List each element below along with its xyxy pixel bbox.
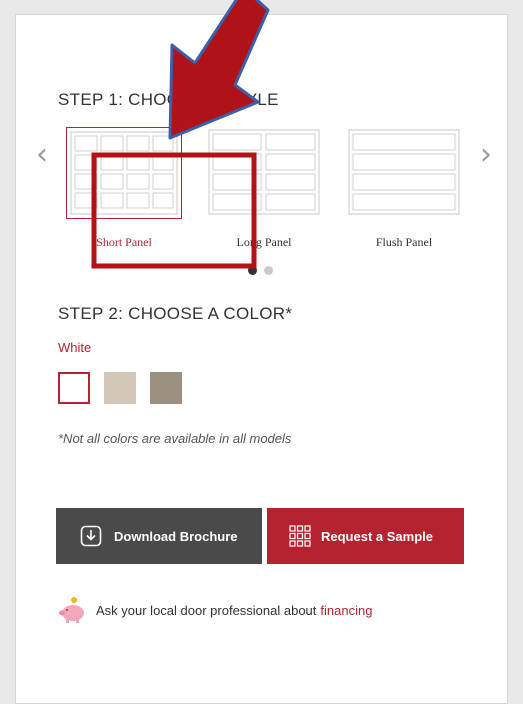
carousel-prev-button[interactable]: ‹ <box>36 140 48 170</box>
financing-link[interactable]: financing <box>320 603 372 618</box>
color-swatch-almond[interactable] <box>104 372 136 404</box>
style-label-long-panel: Long Panel <box>236 235 292 249</box>
request-sample-label: Request a Sample <box>321 528 433 544</box>
financing-text: Ask your local door professional about <box>96 602 317 618</box>
carousel-next-button[interactable]: › <box>480 140 492 170</box>
request-sample-button[interactable]: Request a Sample <box>267 508 464 564</box>
style-label-short-panel: Short Panel <box>96 235 152 249</box>
download-brochure-button[interactable]: Download Brochure <box>56 508 262 564</box>
download-brochure-label: Download Brochure <box>114 528 238 544</box>
financing-row: Ask your local door professional about f… <box>58 596 372 624</box>
download-icon <box>80 525 102 547</box>
step1-title: STEP 1: CHOOSE A STYLE <box>58 90 279 109</box>
style-option-short-panel[interactable] <box>66 127 182 219</box>
grid-icon <box>289 525 311 547</box>
color-swatch-sandtone[interactable] <box>150 372 182 404</box>
long-panel-door-image <box>208 129 320 215</box>
style-label-flush-panel: Flush Panel <box>375 235 433 249</box>
piggy-bank-icon <box>58 596 88 624</box>
step2-title: STEP 2: CHOOSE A COLOR* <box>58 304 293 323</box>
flush-panel-door-image <box>348 129 460 215</box>
selected-color-name: White <box>58 340 92 355</box>
carousel-dot-2[interactable] <box>264 266 273 275</box>
short-panel-door-image <box>70 131 178 215</box>
carousel-dot-1[interactable] <box>248 266 257 275</box>
color-availability-note: *Not all colors are available in all mod… <box>58 431 292 446</box>
color-swatch-white[interactable] <box>58 372 90 404</box>
chevron-left-icon: ‹ <box>36 137 48 172</box>
style-option-flush-panel[interactable] <box>346 127 462 219</box>
style-option-long-panel[interactable] <box>206 127 322 219</box>
chevron-right-icon: › <box>480 137 492 172</box>
